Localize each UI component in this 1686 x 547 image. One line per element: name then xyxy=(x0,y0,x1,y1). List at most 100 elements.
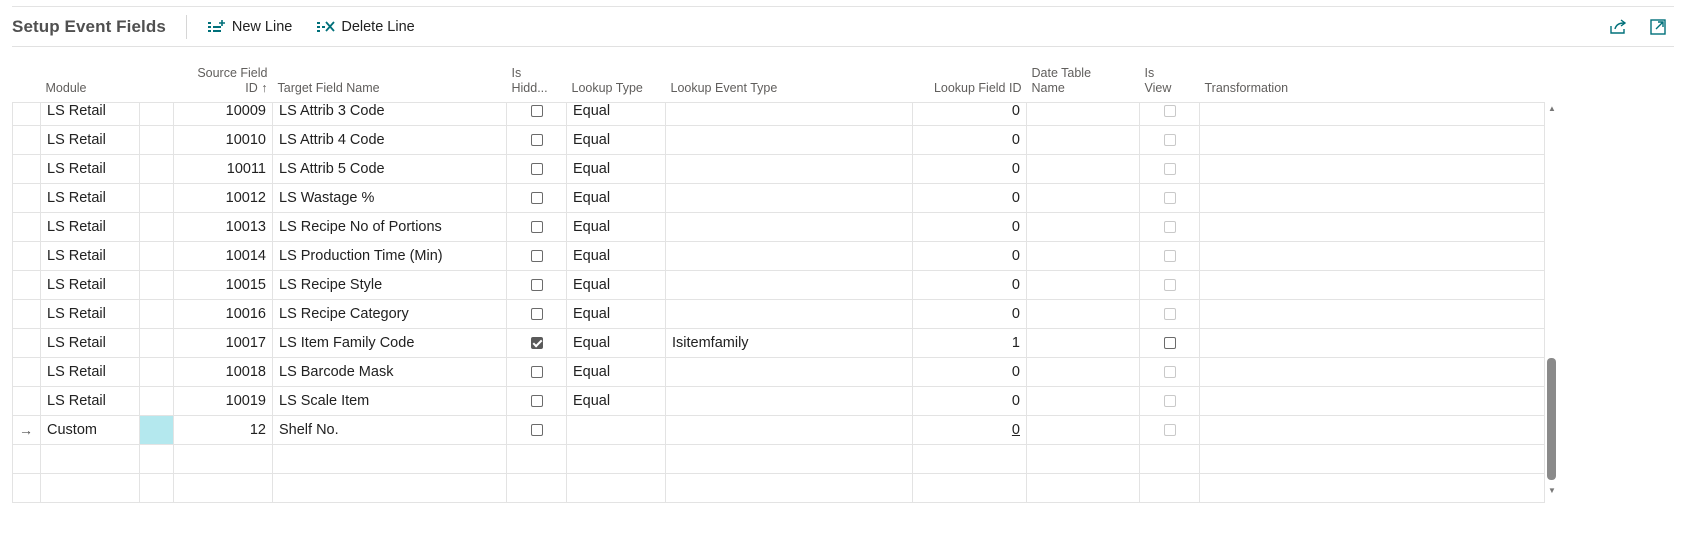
cell-source-field-id[interactable]: 10017 xyxy=(173,328,273,358)
cell-lookup-type[interactable] xyxy=(566,473,666,503)
empty-row[interactable] xyxy=(12,444,1545,474)
column-header-is-hidden[interactable]: Is Hidd... xyxy=(507,61,567,103)
delete-line-button[interactable]: Delete Line xyxy=(316,19,415,35)
cell-source-field-id[interactable]: 10012 xyxy=(173,183,273,213)
cell-blank[interactable] xyxy=(139,357,174,387)
cell-module[interactable]: LS Retail xyxy=(40,328,140,358)
cell-module[interactable]: LS Retail xyxy=(40,183,140,213)
is-hidden-checkbox[interactable] xyxy=(530,221,543,234)
cell-is-hidden[interactable] xyxy=(506,357,567,387)
cell-source-field-id[interactable] xyxy=(173,444,273,474)
table-row[interactable]: LS Retail 10014 LS Production Time (Min) Eq… xyxy=(12,241,1545,271)
table-row[interactable]: LS Retail 10016 LS Recipe Category Equal 0 xyxy=(12,299,1545,329)
table-row[interactable]: LS Retail 10015 LS Recipe Style Equal 0 xyxy=(12,270,1545,300)
cell-target-field-name[interactable]: LS Attrib 5 Code xyxy=(272,154,507,184)
table-row[interactable]: LS Retail 10013 LS Recipe No of Portions Eq… xyxy=(12,212,1545,242)
table-row[interactable]: LS Retail 10012 LS Wastage % Equal 0 xyxy=(12,183,1545,213)
cell-target-field-name[interactable]: Shelf No. xyxy=(272,415,507,445)
cell-blank[interactable] xyxy=(139,212,174,242)
cell-source-field-id[interactable]: 10013 xyxy=(173,212,273,242)
is-hidden-checkbox[interactable] xyxy=(530,366,543,379)
cell-lookup-type[interactable]: Equal xyxy=(566,357,666,387)
cell-date-table-name[interactable] xyxy=(1026,212,1140,242)
cell-lookup-field-id[interactable]: 1 xyxy=(912,328,1027,358)
cell-date-table-name[interactable] xyxy=(1026,386,1140,416)
cell-is-view[interactable] xyxy=(1139,299,1200,329)
cell-is-hidden[interactable] xyxy=(506,415,567,445)
cell-date-table-name[interactable] xyxy=(1026,299,1140,329)
cell-transformation[interactable] xyxy=(1199,357,1545,387)
scroll-down-icon[interactable]: ▼ xyxy=(1546,486,1558,496)
cell-target-field-name[interactable]: LS Wastage % xyxy=(272,183,507,213)
is-hidden-checkbox[interactable] xyxy=(530,395,543,408)
cell-transformation[interactable] xyxy=(1199,212,1545,242)
cell-is-hidden[interactable] xyxy=(506,183,567,213)
cell-transformation[interactable] xyxy=(1199,473,1545,503)
cell-is-hidden[interactable] xyxy=(506,328,567,358)
cell-lookup-field-id[interactable]: 0 xyxy=(912,415,1027,445)
cell-lookup-field-id[interactable] xyxy=(912,444,1027,474)
table-row[interactable]: LS Retail 10017 LS Item Family Code Equal Is… xyxy=(12,328,1545,358)
cell-lookup-event-type[interactable] xyxy=(665,102,913,126)
cell-is-hidden[interactable] xyxy=(506,473,567,503)
cell-module[interactable]: LS Retail xyxy=(40,357,140,387)
expand-icon[interactable] xyxy=(1648,17,1668,37)
cell-blank[interactable] xyxy=(139,102,174,126)
cell-date-table-name[interactable] xyxy=(1026,125,1140,155)
cell-is-view[interactable] xyxy=(1139,125,1200,155)
cell-is-hidden[interactable] xyxy=(506,386,567,416)
scrollbar-thumb[interactable] xyxy=(1547,358,1556,480)
column-header-date-table-name[interactable]: Date Table Name xyxy=(1027,61,1140,103)
cell-module[interactable]: Custom xyxy=(40,415,140,445)
cell-target-field-name[interactable]: LS Production Time (Min) xyxy=(272,241,507,271)
cell-module[interactable]: LS Retail xyxy=(40,386,140,416)
scroll-up-icon[interactable]: ▲ xyxy=(1546,104,1558,114)
cell-transformation[interactable] xyxy=(1199,154,1545,184)
is-hidden-checkbox[interactable] xyxy=(530,308,543,321)
cell-lookup-event-type[interactable]: Isitemfamily xyxy=(665,328,913,358)
cell-module[interactable]: LS Retail xyxy=(40,154,140,184)
cell-lookup-event-type[interactable] xyxy=(665,415,913,445)
cell-target-field-name[interactable]: LS Attrib 4 Code xyxy=(272,125,507,155)
cell-module[interactable]: LS Retail xyxy=(40,212,140,242)
cell-lookup-event-type[interactable] xyxy=(665,444,913,474)
cell-source-field-id[interactable]: 10016 xyxy=(173,299,273,329)
is-view-checkbox[interactable] xyxy=(1163,279,1176,292)
cell-module[interactable]: LS Retail xyxy=(40,102,140,126)
table-row[interactable]: → Custom 12 Shelf No. 0 xyxy=(12,415,1545,445)
cell-lookup-type[interactable]: Equal xyxy=(566,154,666,184)
cell-transformation[interactable] xyxy=(1199,444,1545,474)
cell-lookup-event-type[interactable] xyxy=(665,270,913,300)
cell-is-view[interactable] xyxy=(1139,102,1200,126)
cell-blank[interactable] xyxy=(139,386,174,416)
column-header-module[interactable]: Module xyxy=(41,61,140,103)
column-header-is-view[interactable]: Is View xyxy=(1140,61,1200,103)
cell-source-field-id[interactable]: 10019 xyxy=(173,386,273,416)
cell-indicator[interactable] xyxy=(12,444,41,474)
cell-blank[interactable] xyxy=(139,328,174,358)
table-row[interactable]: LS Retail 10011 LS Attrib 5 Code Equal 0 xyxy=(12,154,1545,184)
cell-is-view[interactable] xyxy=(1139,357,1200,387)
is-hidden-checkbox[interactable] xyxy=(530,163,543,176)
is-view-checkbox[interactable] xyxy=(1163,337,1176,350)
cell-source-field-id[interactable]: 12 xyxy=(173,415,273,445)
new-line-button[interactable]: New Line xyxy=(207,19,292,35)
column-header-lookup-type[interactable]: Lookup Type xyxy=(567,61,666,103)
cell-is-hidden[interactable] xyxy=(506,270,567,300)
cell-module[interactable]: LS Retail xyxy=(40,241,140,271)
cell-is-view[interactable] xyxy=(1139,328,1200,358)
cell-source-field-id[interactable]: 10014 xyxy=(173,241,273,271)
cell-lookup-event-type[interactable] xyxy=(665,299,913,329)
column-header-lookup-field-id[interactable]: Lookup Field ID xyxy=(913,61,1027,103)
cell-transformation[interactable] xyxy=(1199,241,1545,271)
cell-lookup-event-type[interactable] xyxy=(665,125,913,155)
cell-transformation[interactable] xyxy=(1199,270,1545,300)
table-row[interactable]: LS Retail 10010 LS Attrib 4 Code Equal 0 xyxy=(12,125,1545,155)
cell-transformation[interactable] xyxy=(1199,328,1545,358)
cell-target-field-name[interactable]: LS Scale Item xyxy=(272,386,507,416)
cell-date-table-name[interactable] xyxy=(1026,183,1140,213)
cell-is-view[interactable] xyxy=(1139,444,1200,474)
cell-is-hidden[interactable] xyxy=(506,102,567,126)
is-hidden-checkbox[interactable] xyxy=(530,337,543,350)
cell-date-table-name[interactable] xyxy=(1026,270,1140,300)
